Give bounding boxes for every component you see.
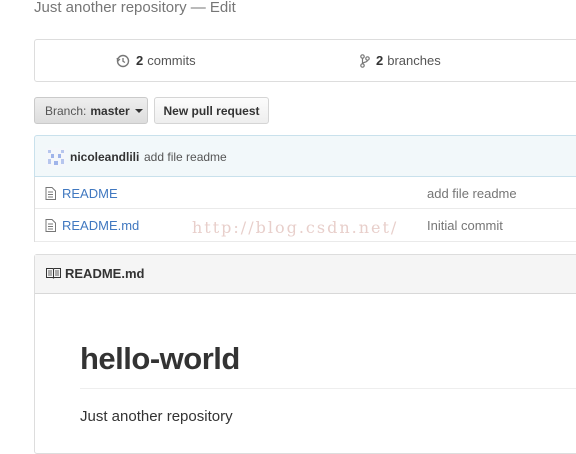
branch-select-button[interactable]: Branch: master — [34, 97, 148, 124]
branches-count: 2 — [376, 53, 384, 68]
readme-paragraph: Just another repository — [80, 408, 233, 425]
caret-down-icon — [134, 108, 143, 113]
list-item: README add file readme — [35, 177, 576, 209]
commits-link[interactable]: 2 commits — [116, 53, 196, 68]
repo-description: Just another repository — Edit — [34, 0, 236, 16]
branches-link[interactable]: 2 branches — [360, 53, 441, 68]
readme-heading: hello-world — [80, 341, 240, 376]
branch-value: master — [90, 103, 130, 118]
branches-label: branches — [387, 53, 441, 68]
watermark: http://blog.csdn.net/ — [192, 218, 399, 237]
new-pull-request-button[interactable]: New pull request — [154, 97, 269, 124]
commit-author-link[interactable]: nicoleandlili — [70, 150, 139, 164]
commits-count: 2 — [136, 53, 144, 68]
repo-description-text: Just another repository — [34, 0, 187, 16]
file-commit-message[interactable]: add file readme — [427, 186, 517, 201]
numbers-summary: 2 commits 2 branches — [34, 39, 576, 82]
latest-commit-bar: nicoleandlili add file readme — [34, 135, 576, 177]
separator: — — [190, 0, 206, 16]
edit-link[interactable]: Edit — [210, 0, 236, 16]
history-icon — [116, 54, 130, 67]
file-name-link[interactable]: README — [62, 186, 118, 201]
readme-header: README.md — [35, 255, 576, 294]
heading-divider — [80, 388, 576, 389]
book-icon — [46, 268, 61, 279]
avatar[interactable] — [46, 148, 66, 168]
readme-panel: README.md hello-world Just another repos… — [34, 254, 576, 454]
branch-icon — [360, 53, 370, 68]
file-icon — [45, 187, 56, 200]
commits-label: commits — [147, 53, 196, 68]
branch-label: Branch: — [45, 103, 87, 118]
commit-message[interactable]: add file readme — [144, 150, 227, 164]
file-icon — [45, 219, 56, 232]
file-commit-message[interactable]: Initial commit — [427, 218, 503, 233]
readme-title: README.md — [65, 266, 145, 281]
file-name-link[interactable]: README.md — [62, 218, 139, 233]
